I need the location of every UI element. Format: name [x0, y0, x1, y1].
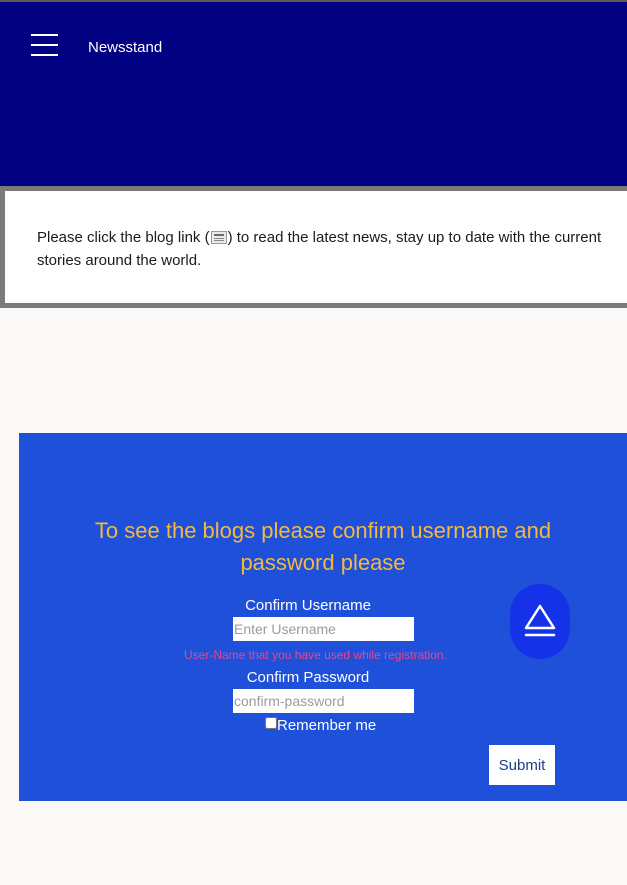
submit-button[interactable]: Submit: [489, 745, 555, 785]
app-title: Newsstand: [88, 39, 163, 56]
panel-heading: To see the blogs please confirm username…: [94, 518, 552, 575]
remember-me-label: Remember me: [277, 717, 377, 734]
blog-link-icon: [210, 231, 227, 244]
hamburger-menu-icon[interactable]: [31, 34, 58, 56]
remember-me[interactable]: Remember me: [265, 717, 376, 735]
password-input[interactable]: [233, 689, 414, 713]
hamburger-line: [31, 34, 58, 36]
eject-icon: [524, 604, 556, 637]
remember-me-checkbox[interactable]: [265, 717, 277, 729]
hamburger-line: [31, 54, 58, 56]
notice-text: Please click the blog link () to read th…: [37, 226, 607, 272]
confirm-credentials-panel: To see the blogs please confirm username…: [19, 433, 627, 801]
info-notice: Please click the blog link () to read th…: [0, 186, 627, 308]
floating-action-button[interactable]: [510, 584, 570, 659]
hamburger-line: [31, 44, 58, 46]
username-input[interactable]: [233, 617, 414, 641]
username-helper-text: User-Name that you have used while regis…: [184, 648, 447, 662]
notice-text-before: Please click the blog link (: [37, 229, 210, 246]
password-label: Confirm Password: [246, 669, 370, 686]
top-app-bar: Newsstand: [0, 0, 627, 186]
